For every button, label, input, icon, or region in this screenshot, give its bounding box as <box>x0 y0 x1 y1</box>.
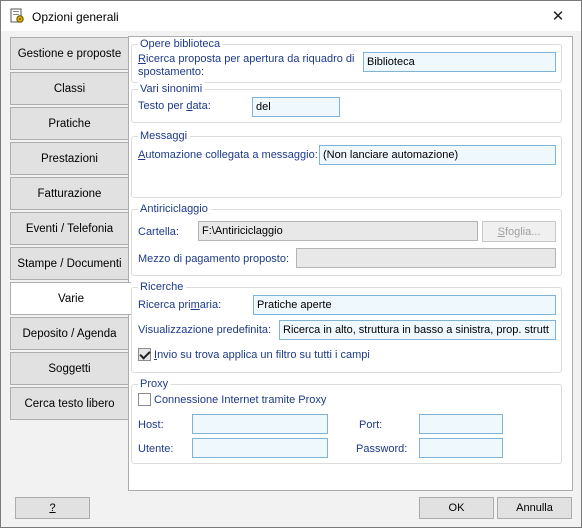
group-title-vari-sinonimi: Vari sinonimi <box>138 82 206 96</box>
ricerca-proposta-label-line2: spostamento: <box>138 66 205 78</box>
tab-eventi-telefonia[interactable]: Eventi / Telefonia <box>10 212 129 245</box>
window-title: Opzioni generali <box>32 10 119 24</box>
close-icon[interactable]: ✕ <box>549 8 567 26</box>
group-title-antiriciclaggio: Antiriciclaggio <box>138 202 211 216</box>
cartella-label: Cartella: <box>138 226 179 238</box>
tab-gestione-e-proposte[interactable]: Gestione e proposte <box>10 37 129 70</box>
ricerca-proposta-label: Ricerca proposta per apertura da riquadr… <box>138 53 355 65</box>
invio-filtro-label: Invio su trova applica un filtro su tutt… <box>154 349 370 361</box>
help-button[interactable]: ? <box>15 497 90 519</box>
host-label: Host: <box>138 419 164 431</box>
biblioteca-field[interactable]: Biblioteca <box>363 52 556 72</box>
password-field[interactable] <box>419 438 503 458</box>
utente-label: Utente: <box>138 443 174 455</box>
sfoglia-button[interactable]: Sfoglia... <box>482 221 556 242</box>
proxy-checkbox-label: Connessione Internet tramite Proxy <box>154 394 327 406</box>
content-panel: Opere biblioteca Ricerca proposta per ap… <box>128 36 573 491</box>
group-title-ricerche: Ricerche <box>138 280 187 294</box>
tab-soggetti[interactable]: Soggetti <box>10 352 129 385</box>
password-label: Password: <box>356 443 408 455</box>
visualizzazione-field[interactable]: Ricerca in alto, struttura in basso a si… <box>279 320 556 340</box>
tab-deposito-agenda[interactable]: Deposito / Agenda <box>10 317 129 350</box>
title-bar: Opzioni generali ✕ <box>1 1 581 31</box>
automazione-label: Automazione collegata a messaggio: <box>138 149 318 161</box>
mezzo-pagamento-label: Mezzo di pagamento proposto: <box>138 253 290 265</box>
utente-field[interactable] <box>192 438 328 458</box>
host-field[interactable] <box>192 414 328 434</box>
options-dialog: Opzioni generali ✕ Gestione e proposte C… <box>0 0 582 528</box>
group-title-proxy: Proxy <box>138 377 172 391</box>
mezzo-pagamento-field[interactable] <box>296 248 556 268</box>
tab-cerca-testo-libero[interactable]: Cerca testo libero <box>10 387 129 420</box>
ricerca-primaria-label: Ricerca primaria: <box>138 299 222 311</box>
visualizzazione-label: Visualizzazione predefinita: <box>138 324 272 336</box>
cartella-field[interactable]: F:\Antiriciclaggio <box>198 221 478 241</box>
port-field[interactable] <box>419 414 503 434</box>
tab-fatturazione[interactable]: Fatturazione <box>10 177 129 210</box>
proxy-checkbox[interactable] <box>138 393 151 406</box>
testo-per-data-field[interactable]: del <box>252 97 340 117</box>
tab-stampe-documenti[interactable]: Stampe / Documenti <box>10 247 129 280</box>
invio-filtro-checkbox[interactable] <box>138 348 151 361</box>
app-icon <box>9 8 25 24</box>
tab-classi[interactable]: Classi <box>10 72 129 105</box>
cancel-button[interactable]: Annulla <box>497 497 572 519</box>
ricerca-primaria-field[interactable]: Pratiche aperte <box>253 295 556 315</box>
group-title-opere-biblioteca: Opere biblioteca <box>138 37 224 51</box>
port-label: Port: <box>359 419 383 431</box>
tab-pratiche[interactable]: Pratiche <box>10 107 129 140</box>
testo-per-data-label: Testo per data: <box>138 100 211 112</box>
tab-varie[interactable]: Varie <box>10 282 131 315</box>
tab-prestazioni[interactable]: Prestazioni <box>10 142 129 175</box>
group-title-messaggi: Messaggi <box>138 129 191 143</box>
automazione-field[interactable]: (Non lanciare automazione) <box>319 145 556 165</box>
ok-button[interactable]: OK <box>419 497 494 519</box>
